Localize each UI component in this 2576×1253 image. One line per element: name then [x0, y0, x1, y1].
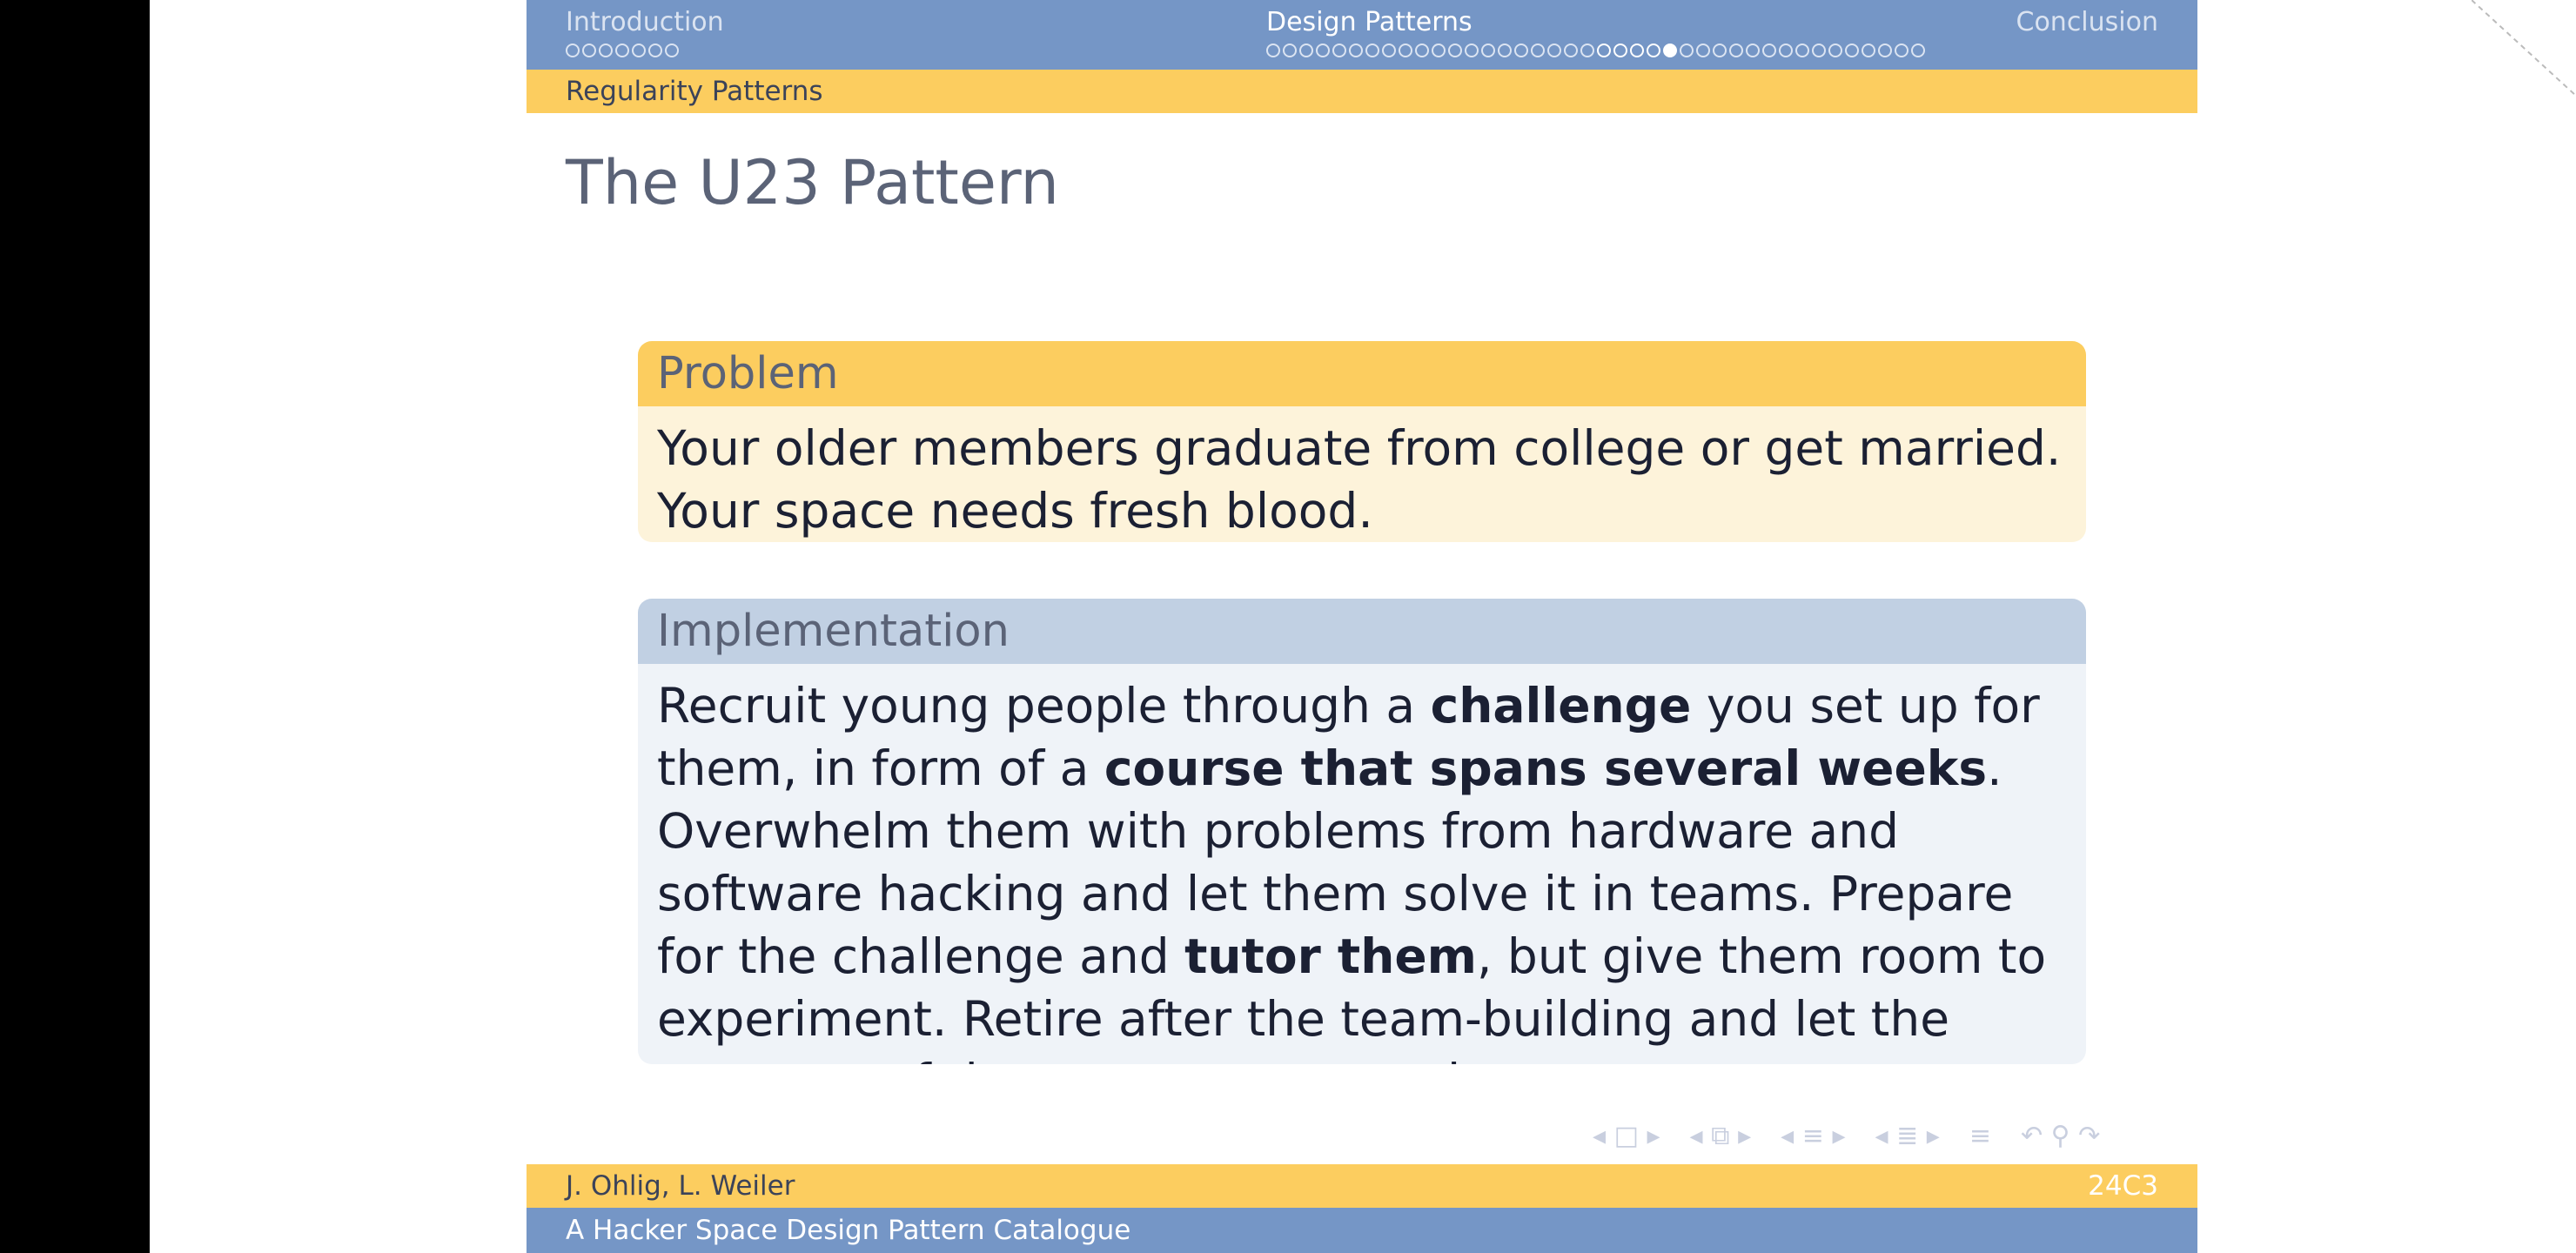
nav-dot[interactable] [1597, 44, 1611, 57]
nav-dot[interactable] [632, 44, 646, 57]
nav-dot[interactable] [1415, 44, 1429, 57]
nav-dot[interactable] [1828, 44, 1842, 57]
problem-block: Problem Your older members graduate from… [638, 341, 2086, 542]
nav-dot[interactable] [1448, 44, 1462, 57]
subsection-list-nav-icon[interactable]: ◂ ≣ ▸ [1875, 1121, 1940, 1151]
nav-dot[interactable] [566, 44, 580, 57]
nav-dots-introduction [566, 42, 679, 59]
nav-dot[interactable] [1531, 44, 1545, 57]
body-text: Recruit young people through a [657, 678, 1431, 734]
nav-dot[interactable] [582, 44, 596, 57]
nav-dot[interactable] [648, 44, 662, 57]
nav-dot[interactable] [1795, 44, 1809, 57]
section-navigation: Introduction Design Patterns Conclusion [527, 0, 2197, 70]
emphasized-text: course that spans several weeks [1104, 740, 1988, 796]
nav-section-conclusion[interactable]: Conclusion [2016, 5, 2159, 40]
nav-section-design-patterns[interactable]: Design Patterns [1266, 5, 1472, 40]
nav-dot[interactable] [1547, 44, 1561, 57]
slide: Introduction Design Patterns Conclusion … [527, 0, 2197, 1253]
nav-dot[interactable] [1498, 44, 1512, 57]
nav-dot[interactable] [1696, 44, 1710, 57]
nav-dot[interactable] [1564, 44, 1578, 57]
footer-title: A Hacker Space Design Pattern Catalogue [566, 1215, 1131, 1246]
emphasized-text: challenge [1430, 678, 1692, 734]
document-nav-icon[interactable]: ≡ [1969, 1121, 1991, 1151]
frame-title: The U23 Pattern [566, 147, 1059, 218]
nav-dot[interactable] [1481, 44, 1495, 57]
footer-authors: J. Ohlig, L. Weiler [566, 1170, 795, 1202]
nav-dot[interactable] [1514, 44, 1528, 57]
nav-dot[interactable] [1349, 44, 1363, 57]
footer-title-bar: A Hacker Space Design Pattern Catalogue [527, 1208, 2197, 1253]
footer-page-number: 24C3 [2088, 1170, 2158, 1202]
nav-dot[interactable] [1713, 44, 1727, 57]
nav-dot[interactable] [1613, 44, 1627, 57]
implementation-block-body: Recruit young people through a challenge… [638, 664, 2086, 1064]
nav-dot[interactable] [1746, 44, 1760, 57]
nav-section-introduction[interactable]: Introduction [566, 5, 724, 40]
nav-dot[interactable] [599, 44, 613, 57]
frame-nav-icon[interactable]: ◂ □ ▸ [1593, 1121, 1660, 1151]
nav-dot[interactable] [1382, 44, 1396, 57]
search-back-forward-icon[interactable]: ↶ ⚲ ↷ [2021, 1121, 2100, 1151]
section-nav-icon[interactable]: ◂ ≡ ▸ [1781, 1121, 1845, 1151]
emphasized-text: tutor them [1184, 928, 1477, 984]
nav-dot[interactable] [1630, 44, 1644, 57]
nav-dot[interactable] [1465, 44, 1479, 57]
nav-dot[interactable] [1316, 44, 1330, 57]
nav-dot[interactable] [1680, 44, 1694, 57]
nav-dot[interactable] [1779, 44, 1793, 57]
footer-authors-bar: J. Ohlig, L. Weiler 24C3 [527, 1164, 2197, 1208]
nav-dot[interactable] [1432, 44, 1446, 57]
problem-block-body: Your older members graduate from college… [638, 406, 2086, 542]
nav-dot[interactable] [1299, 44, 1313, 57]
nav-dot[interactable] [1283, 44, 1297, 57]
nav-dot[interactable] [1812, 44, 1826, 57]
nav-dot[interactable] [1862, 44, 1875, 57]
nav-dot[interactable] [1878, 44, 1892, 57]
nav-dot[interactable] [1729, 44, 1743, 57]
left-black-border [0, 0, 150, 1253]
nav-dot[interactable] [1399, 44, 1412, 57]
nav-dots-design-patterns [1266, 42, 1925, 59]
page-curl-decoration [2472, 0, 2576, 96]
nav-dot[interactable] [615, 44, 629, 57]
beamer-navigation-controls: ◂ □ ▸ ◂ ⧉ ▸ ◂ ≡ ▸ ◂ ≣ ▸ ≡ ↶ ⚲ ↷ [1593, 1121, 2100, 1151]
problem-block-title: Problem [638, 341, 2086, 406]
nav-dot[interactable] [1663, 44, 1677, 57]
nav-dot[interactable] [1647, 44, 1660, 57]
nav-dot[interactable] [1365, 44, 1379, 57]
subsection-nav-icon[interactable]: ◂ ⧉ ▸ [1690, 1121, 1752, 1151]
subsection-label[interactable]: Regularity Patterns [566, 75, 823, 108]
nav-dot[interactable] [1895, 44, 1909, 57]
nav-dot[interactable] [1911, 44, 1925, 57]
implementation-block: Implementation Recruit young people thro… [638, 599, 2086, 1064]
nav-dot[interactable] [1845, 44, 1859, 57]
nav-dot[interactable] [1580, 44, 1594, 57]
subsection-bar: Regularity Patterns [527, 70, 2197, 113]
nav-dot[interactable] [1762, 44, 1776, 57]
nav-dot[interactable] [1266, 44, 1280, 57]
nav-dot[interactable] [1332, 44, 1346, 57]
nav-dot[interactable] [665, 44, 679, 57]
implementation-block-title: Implementation [638, 599, 2086, 664]
